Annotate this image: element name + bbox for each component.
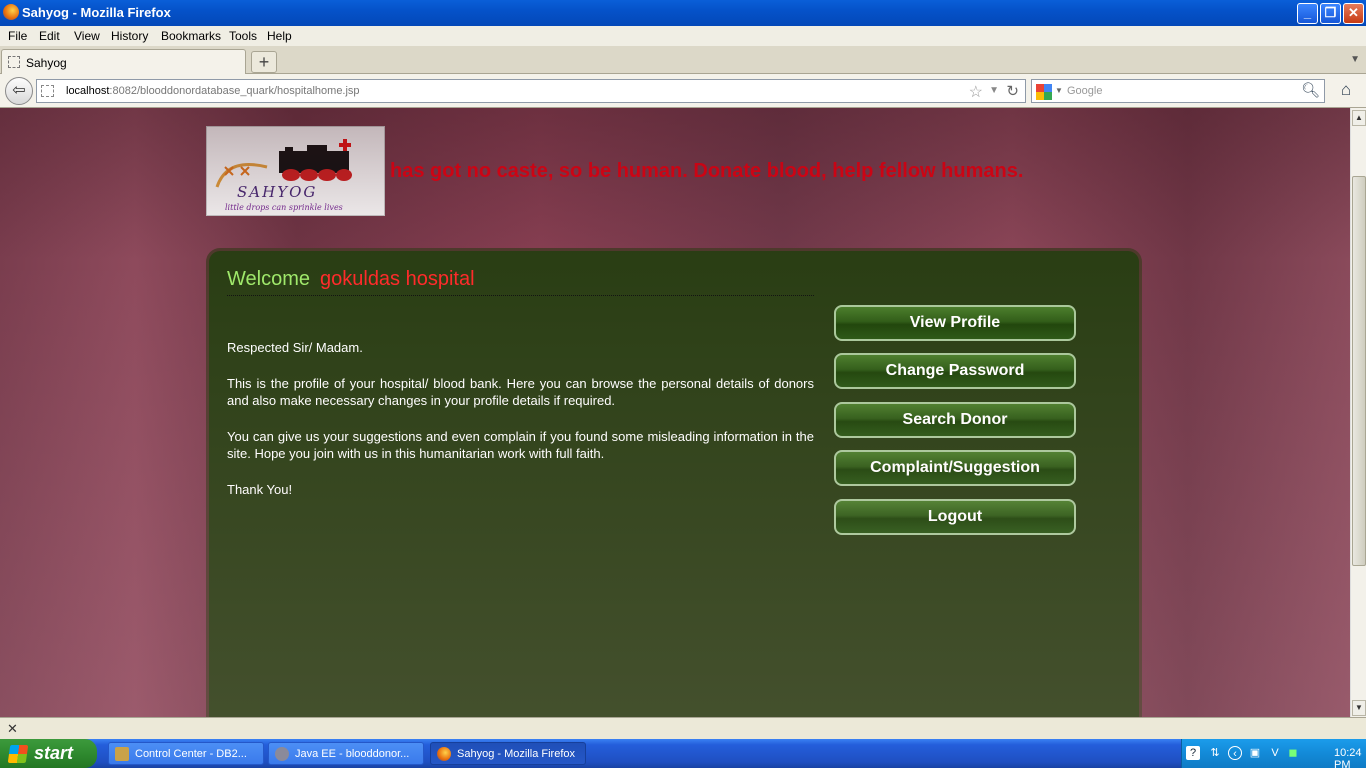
history-dropdown-icon[interactable]: ▼ <box>989 85 999 96</box>
windows-taskbar: start Control Center - DB2... Java EE - … <box>0 739 1366 768</box>
reload-icon[interactable]: ↻ <box>1006 82 1019 100</box>
logo-tagline: little drops can sprinkle lives <box>225 203 343 212</box>
control-center-icon <box>115 747 129 761</box>
minimize-button[interactable]: _ <box>1297 3 1318 24</box>
welcome-heading: Welcome gokuldas hospital <box>227 268 475 291</box>
bookmark-star-icon[interactable]: ☆ <box>969 82 983 102</box>
expand-tray-icon[interactable]: ‹ <box>1228 746 1242 760</box>
greeting-text: Respected Sir/ Madam. <box>227 340 363 355</box>
search-input[interactable]: Google <box>1067 85 1102 97</box>
sahyog-logo: SAHYOG little drops can sprinkle lives <box>206 126 385 216</box>
window-titlebar: Sahyog - Mozilla Firefox _ ❐ ✕ <box>0 0 1366 26</box>
start-label: start <box>34 743 74 763</box>
close-bar-icon[interactable]: ✕ <box>7 721 18 737</box>
eclipse-icon <box>275 747 289 761</box>
task-control-center[interactable]: Control Center - DB2... <box>108 742 264 765</box>
menu-file[interactable]: File <box>8 29 27 43</box>
logo-text: SAHYOG <box>237 183 318 201</box>
monitor-tray-icon[interactable]: ▣ <box>1248 746 1262 760</box>
hospital-name: gokuldas hospital <box>320 268 475 290</box>
search-icon[interactable]: 🔍︎ <box>1301 81 1320 99</box>
tab-label: Sahyog <box>26 56 67 70</box>
system-tray: ? ⇅ ‹ ▣ V ◼ 10:24 PM <box>1181 739 1366 768</box>
back-button[interactable]: ⇦ <box>5 77 33 105</box>
windows-logo-icon <box>7 745 29 763</box>
maximize-button[interactable]: ❐ <box>1320 3 1341 24</box>
marquee-text: has got no caste, so be human. Donate bl… <box>390 160 1024 182</box>
tab-list-icon[interactable]: ▼ <box>1350 54 1360 65</box>
network-tray-icon[interactable]: ⇅ <box>1208 746 1222 760</box>
url-text: localhost:8082/blooddonordatabase_quark/… <box>66 85 360 97</box>
logout-button[interactable]: Logout <box>834 499 1076 535</box>
window-title: Sahyog - Mozilla Firefox <box>22 5 171 20</box>
task-java-ee[interactable]: Java EE - blooddonor... <box>268 742 424 765</box>
task-label: Sahyog - Mozilla Firefox <box>457 748 575 760</box>
task-label: Java EE - blooddonor... <box>295 748 410 760</box>
site-identity-icon[interactable] <box>41 85 54 97</box>
view-profile-button[interactable]: View Profile <box>834 305 1076 341</box>
welcome-message: Respected Sir/ Madam. This is the profil… <box>227 339 814 516</box>
firefox-icon <box>3 4 19 20</box>
page-icon <box>8 56 20 68</box>
home-button[interactable]: ⌂ <box>1333 79 1359 103</box>
page-content: SAHYOG little drops can sprinkle lives h… <box>0 108 1350 717</box>
new-tab-button[interactable]: + <box>251 51 277 73</box>
task-firefox[interactable]: Sahyog - Mozilla Firefox <box>430 742 586 765</box>
suggestion-info-text: You can give us your suggestions and eve… <box>227 428 814 462</box>
thank-you-text: Thank You! <box>227 481 293 497</box>
address-bar[interactable]: localhost:8082/blooddonordatabase_quark/… <box>36 79 1026 103</box>
profile-info-text: This is the profile of your hospital/ bl… <box>227 375 814 409</box>
v-tray-icon[interactable]: V <box>1268 746 1282 760</box>
search-engine-dropdown-icon[interactable]: ▼ <box>1055 86 1063 95</box>
task-label: Control Center - DB2... <box>135 748 247 760</box>
scroll-up-arrow-icon[interactable]: ▲ <box>1352 110 1366 126</box>
firefox-icon <box>437 747 451 761</box>
search-bar[interactable]: ▼ Google 🔍︎ <box>1031 79 1325 103</box>
close-button[interactable]: ✕ <box>1343 3 1364 24</box>
menu-edit[interactable]: Edit <box>39 29 60 43</box>
status-bar: ✕ <box>0 717 1366 739</box>
tab-bar: Sahyog + ▼ <box>0 46 1366 74</box>
help-tray-icon[interactable]: ? <box>1186 746 1200 760</box>
welcome-label: Welcome <box>227 268 310 290</box>
menu-history[interactable]: History <box>111 29 148 43</box>
complaint-suggestion-button[interactable]: Complaint/Suggestion <box>834 450 1076 486</box>
clock[interactable]: 10:24 PM <box>1334 747 1366 768</box>
menu-bar: File Edit View History Bookmarks Tools H… <box>0 26 1366 46</box>
menu-help[interactable]: Help <box>267 29 292 43</box>
heading-divider <box>227 295 814 296</box>
google-icon[interactable] <box>1036 84 1052 100</box>
vertical-scrollbar[interactable]: ▲ ▼ <box>1350 108 1366 717</box>
navigation-bar: ⇦ localhost:8082/blooddonordatabase_quar… <box>0 74 1366 108</box>
search-donor-button[interactable]: Search Donor <box>834 402 1076 438</box>
start-button[interactable]: start <box>0 739 97 768</box>
menu-tools[interactable]: Tools <box>229 29 257 43</box>
menu-bookmarks[interactable]: Bookmarks <box>161 29 221 43</box>
scrollbar-thumb[interactable] <box>1352 176 1366 566</box>
hospital-home-panel: Welcome gokuldas hospital Respected Sir/ … <box>206 248 1142 717</box>
menu-view[interactable]: View <box>74 29 100 43</box>
scroll-down-arrow-icon[interactable]: ▼ <box>1352 700 1366 716</box>
change-password-button[interactable]: Change Password <box>834 353 1076 389</box>
tab-sahyog[interactable]: Sahyog <box>1 49 246 74</box>
security-tray-icon[interactable]: ◼ <box>1286 746 1300 760</box>
